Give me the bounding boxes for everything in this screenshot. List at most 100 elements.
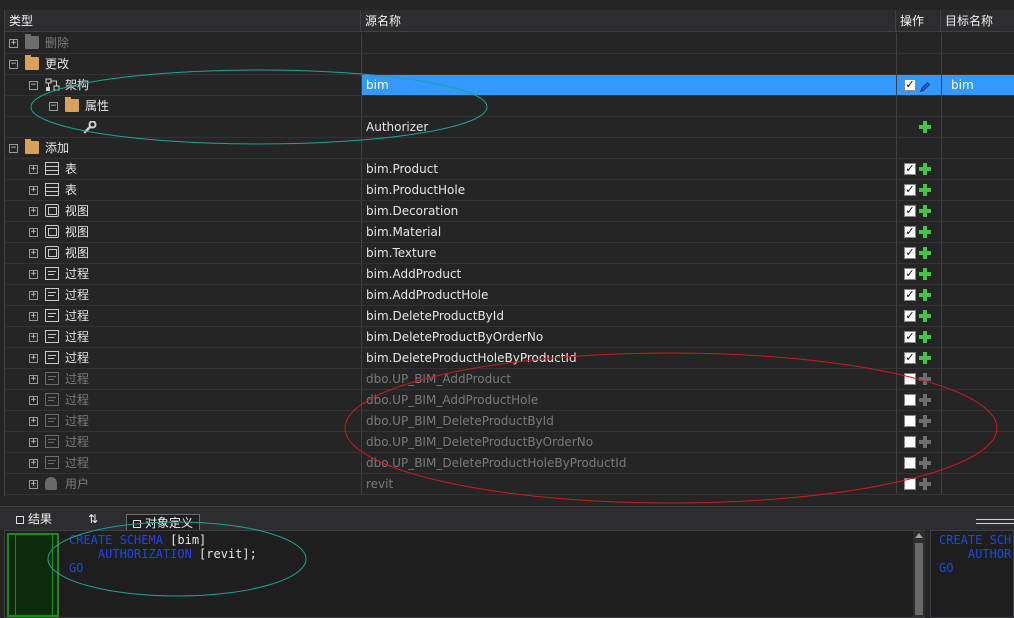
collapse-icon[interactable]: − — [49, 102, 58, 111]
tab-results[interactable]: 结果 — [10, 511, 58, 530]
target-name-cell — [941, 348, 1014, 368]
include-checkbox[interactable]: ✓ — [904, 163, 916, 175]
target-script-editor[interactable]: CREATE SCH AUTHOR GO — [930, 530, 1014, 618]
grid-row[interactable]: + 过程 dbo.UP_BIM_AddProductHole — [5, 390, 1014, 411]
expand-icon[interactable]: + — [9, 39, 18, 48]
add-action-icon[interactable] — [918, 162, 932, 176]
expand-icon[interactable]: + — [29, 480, 38, 489]
tab-sort[interactable]: ⇅ — [82, 511, 104, 530]
source-name-cell: bim.ProductHole — [361, 180, 896, 200]
source-name-cell: dbo.UP_BIM_DeleteProductHoleByProductId — [361, 453, 896, 473]
grid-row[interactable]: + 过程 bim.DeleteProductById ✓ — [5, 306, 1014, 327]
type-label: 添加 — [45, 141, 70, 155]
add-action-icon[interactable] — [918, 183, 932, 197]
include-checkbox[interactable]: ✓ — [904, 184, 916, 196]
add-action-icon[interactable] — [918, 414, 932, 428]
source-script-editor[interactable]: CREATE SCHEMA [bim] AUTHORIZATION [revit… — [4, 530, 925, 618]
grid-row[interactable]: + 过程 dbo.UP_BIM_AddProduct — [5, 369, 1014, 390]
expand-icon[interactable]: + — [29, 270, 38, 279]
include-checkbox[interactable] — [904, 436, 916, 448]
add-action-icon[interactable] — [918, 372, 932, 386]
scroll-up-icon[interactable] — [915, 533, 923, 538]
collapse-icon[interactable]: − — [29, 81, 38, 90]
target-name-cell — [941, 453, 1014, 473]
add-action-icon[interactable] — [918, 330, 932, 344]
include-checkbox[interactable]: ✓ — [904, 310, 916, 322]
add-action-icon[interactable] — [918, 288, 932, 302]
grid-row[interactable]: + 过程 dbo.UP_BIM_DeleteProductByOrderNo — [5, 432, 1014, 453]
expand-icon[interactable]: + — [29, 417, 38, 426]
add-action-icon[interactable] — [918, 246, 932, 260]
grid-row[interactable]: − 属性 — [5, 96, 1014, 117]
grid-row[interactable]: + 用户 revit — [5, 474, 1014, 495]
add-action-icon[interactable] — [918, 309, 932, 323]
include-checkbox[interactable]: ✓ — [904, 268, 916, 280]
grid-row[interactable]: + 视图 bim.Material ✓ — [5, 222, 1014, 243]
expand-icon[interactable]: + — [29, 312, 38, 321]
collapse-icon[interactable]: − — [9, 144, 18, 153]
add-action-icon[interactable] — [918, 225, 932, 239]
column-header-source[interactable]: 源名称 — [361, 10, 896, 32]
edit-action-icon[interactable] — [919, 79, 931, 93]
add-action-icon[interactable] — [918, 351, 932, 365]
expand-icon[interactable]: + — [29, 396, 38, 405]
target-name-cell — [941, 243, 1014, 263]
expand-icon[interactable]: + — [29, 375, 38, 384]
include-checkbox[interactable] — [904, 478, 916, 490]
procedure-icon — [45, 414, 59, 427]
grid-row[interactable]: + 过程 bim.AddProduct ✓ — [5, 264, 1014, 285]
include-checkbox[interactable]: ✓ — [904, 331, 916, 343]
include-checkbox[interactable]: ✓ — [904, 352, 916, 364]
grid-row[interactable]: + 视图 bim.Texture ✓ — [5, 243, 1014, 264]
expand-icon[interactable]: + — [29, 354, 38, 363]
scrollbar-thumb[interactable] — [915, 543, 923, 615]
include-checkbox[interactable]: ✓ — [904, 205, 916, 217]
collapse-icon[interactable]: − — [9, 60, 18, 69]
grid-row[interactable]: − 架构 bim ✓ bim — [5, 75, 1014, 96]
grid-row[interactable]: + 过程 dbo.UP_BIM_DeleteProductById — [5, 411, 1014, 432]
include-checkbox[interactable] — [904, 394, 916, 406]
editor-scrollbar[interactable] — [913, 531, 925, 617]
expand-icon[interactable]: + — [29, 165, 38, 174]
grid-row[interactable]: + 删除 — [5, 33, 1014, 54]
grid-row[interactable]: + 过程 dbo.UP_BIM_DeleteProductHoleByProduct… — [5, 453, 1014, 474]
include-checkbox[interactable] — [904, 457, 916, 469]
expand-icon[interactable]: + — [29, 459, 38, 468]
include-checkbox[interactable]: ✓ — [904, 79, 916, 91]
expand-icon[interactable]: + — [29, 438, 38, 447]
add-action-icon[interactable] — [918, 477, 932, 491]
grid-row[interactable]: + 过程 bim.DeleteProductByOrderNo ✓ — [5, 327, 1014, 348]
grid-row[interactable]: − 更改 — [5, 54, 1014, 75]
column-header-ops[interactable]: 操作 — [896, 10, 941, 32]
include-checkbox[interactable] — [904, 373, 916, 385]
grid-row[interactable]: − 添加 — [5, 138, 1014, 159]
expand-icon[interactable]: + — [29, 291, 38, 300]
expand-icon[interactable]: + — [29, 333, 38, 342]
grid-row[interactable]: + 表 bim.ProductHole ✓ — [5, 180, 1014, 201]
expand-icon[interactable]: + — [29, 249, 38, 258]
add-action-icon[interactable] — [918, 456, 932, 470]
add-action-icon[interactable] — [918, 120, 932, 134]
add-action-icon[interactable] — [918, 435, 932, 449]
include-checkbox[interactable]: ✓ — [904, 247, 916, 259]
grid-row[interactable]: + 表 bim.Product ✓ — [5, 159, 1014, 180]
add-action-icon[interactable] — [918, 204, 932, 218]
column-header-type[interactable]: 类型 — [5, 10, 361, 32]
column-header-target[interactable]: 目标名称 — [941, 10, 1014, 32]
expand-icon[interactable]: + — [29, 207, 38, 216]
include-checkbox[interactable]: ✓ — [904, 289, 916, 301]
grid-row[interactable]: Authorizer — [5, 117, 1014, 138]
grid-row[interactable]: + 过程 bim.AddProductHole ✓ — [5, 285, 1014, 306]
panel-resize-grip[interactable] — [976, 519, 1014, 524]
add-action-icon[interactable] — [918, 267, 932, 281]
expand-icon[interactable]: + — [29, 186, 38, 195]
add-action-icon[interactable] — [918, 393, 932, 407]
grid-row[interactable]: + 过程 bim.DeleteProductHoleByProductId ✓ — [5, 348, 1014, 369]
include-checkbox[interactable] — [904, 415, 916, 427]
expand-icon[interactable]: + — [29, 228, 38, 237]
procedure-icon — [45, 288, 59, 301]
type-cell: + 过程 — [5, 306, 361, 326]
grid-row[interactable]: + 视图 bim.Decoration ✓ — [5, 201, 1014, 222]
target-name-cell — [941, 180, 1014, 200]
include-checkbox[interactable]: ✓ — [904, 226, 916, 238]
